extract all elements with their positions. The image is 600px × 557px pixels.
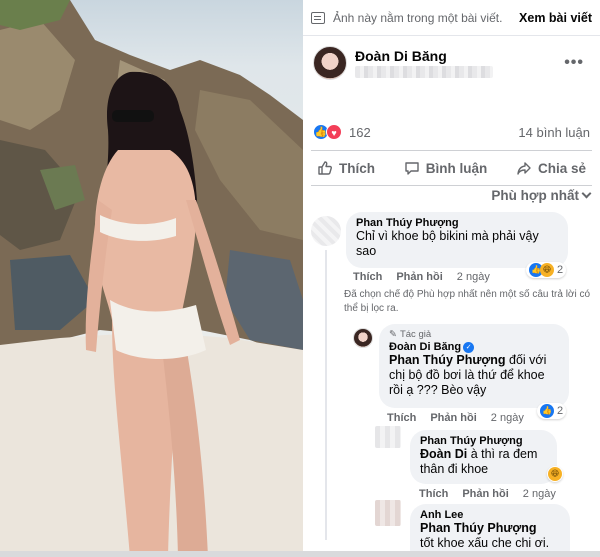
more-options-icon[interactable]: ••• bbox=[564, 54, 584, 72]
reply-bubble: ✎ Tác giả Đoàn Di Băng ✓ Phan Thúy Phượng… bbox=[379, 324, 569, 408]
reply-reply-link[interactable]: Phản hồi bbox=[462, 488, 508, 500]
reply-meta: Thích Phản hồi 2 ngày bbox=[387, 412, 524, 424]
post-action-bar: Thích Bình luận Chia sẻ bbox=[311, 150, 592, 186]
author-avatar[interactable] bbox=[313, 46, 347, 80]
comment-label: Bình luận bbox=[425, 160, 488, 176]
reply-author-name-text: Đoàn Di Băng bbox=[389, 341, 462, 353]
comment-time[interactable]: 2 ngày bbox=[457, 271, 490, 283]
reply-author-name[interactable]: Phan Thúy Phượng bbox=[420, 435, 547, 447]
comment-sort-dropdown[interactable]: Phù hợp nhất bbox=[491, 188, 592, 203]
filter-notice: Đã chọn chế độ Phù hợp nhất nên một số c… bbox=[344, 289, 591, 314]
reply-bubble: Anh Lee Phan Thúy Phượng tốt khoe xấu ch… bbox=[410, 504, 570, 554]
comment-text: Chỉ vì khoe bộ bikini mà phải vậy sao bbox=[356, 229, 539, 258]
reply-reaction-count: 2 bbox=[557, 405, 564, 417]
reaction-stats: 👍 ♥ 162 14 bình luận bbox=[303, 122, 600, 144]
reply-reactions[interactable]: 😆 bbox=[547, 466, 563, 482]
blurred-bottom-strip bbox=[0, 551, 600, 557]
reply-mention[interactable]: Phan Thúy Phượng bbox=[389, 353, 506, 367]
like-reaction-icon: 👍 bbox=[540, 404, 554, 418]
beach-photo-illustration bbox=[0, 0, 303, 557]
reply-mention[interactable]: Đoàn Di bbox=[420, 447, 467, 461]
post-notice-bar: Ảnh này nằm trong một bài viết. Xem bài … bbox=[303, 0, 600, 36]
comment-reply-link[interactable]: Phản hồi bbox=[396, 271, 442, 283]
post-header: Đoàn Di Băng ••• bbox=[303, 42, 600, 90]
notice-text: Ảnh này nằm trong một bài viết. bbox=[333, 10, 503, 25]
reply-author-name[interactable]: Đoàn Di Băng ✓ bbox=[389, 341, 559, 353]
reply-author-name[interactable]: Anh Lee bbox=[420, 509, 560, 521]
reply-mention[interactable]: Phan Thúy Phượng bbox=[420, 521, 537, 535]
like-button[interactable]: Thích bbox=[317, 160, 375, 176]
verified-badge-icon: ✓ bbox=[463, 341, 475, 353]
reply-like-link[interactable]: Thích bbox=[419, 488, 448, 500]
love-reaction-icon[interactable]: ♥ bbox=[326, 124, 342, 140]
author-badge: ✎ Tác giả bbox=[389, 329, 559, 340]
share-button[interactable]: Chia sẻ bbox=[516, 160, 586, 176]
thread-line bbox=[325, 250, 327, 540]
reply-meta: Thích Phản hồi 2 ngày bbox=[419, 488, 556, 500]
commenter-avatar[interactable] bbox=[311, 216, 341, 246]
haha-reaction-icon: 😆 bbox=[548, 467, 562, 481]
thumbs-up-icon bbox=[318, 161, 332, 175]
comment-bubble: Phan Thúy Phượng Chỉ vì khoe bộ bikini m… bbox=[346, 212, 568, 268]
commenter-name[interactable]: Phan Thúy Phượng bbox=[356, 217, 558, 229]
post-info-icon bbox=[311, 11, 325, 24]
reaction-count[interactable]: 162 bbox=[349, 125, 371, 140]
author-tag-label: Tác giả bbox=[399, 329, 432, 340]
haha-reaction-icon: 😆 bbox=[540, 263, 554, 277]
reply-reactions[interactable]: 👍 2 bbox=[537, 403, 567, 419]
see-post-link[interactable]: Xem bài viết bbox=[519, 11, 592, 25]
share-arrow-icon bbox=[517, 162, 531, 175]
comment-like-link[interactable]: Thích bbox=[353, 271, 382, 283]
comment-reactions[interactable]: 👍 😆 2 bbox=[526, 262, 567, 278]
reply-time[interactable]: 2 ngày bbox=[491, 412, 524, 424]
reply-text: Đoàn Di à thì ra đem thân đi khoe bbox=[420, 447, 547, 477]
author-reply-avatar[interactable] bbox=[353, 328, 373, 348]
reply-body: tốt khoe xấu che chi ơi. bbox=[420, 536, 550, 550]
author-name[interactable]: Đoàn Di Băng bbox=[355, 48, 447, 64]
reply-bubble: Phan Thúy Phượng Đoàn Di à thì ra đem th… bbox=[410, 430, 557, 484]
reply-avatar[interactable] bbox=[375, 500, 401, 526]
pencil-icon: ✎ bbox=[389, 329, 397, 340]
comment-reaction-count: 2 bbox=[557, 264, 564, 276]
post-photo[interactable] bbox=[0, 0, 303, 557]
like-label: Thích bbox=[339, 160, 375, 176]
blurred-timestamp bbox=[355, 66, 493, 78]
reply-time[interactable]: 2 ngày bbox=[523, 488, 556, 500]
comment-count[interactable]: 14 bình luận bbox=[518, 125, 590, 140]
reply-like-link[interactable]: Thích bbox=[387, 412, 416, 424]
reply-avatar[interactable] bbox=[375, 426, 401, 448]
reply-text: Phan Thúy Phượng tốt khoe xấu che chi ơi… bbox=[420, 521, 560, 551]
chevron-down-icon bbox=[581, 188, 592, 199]
post-side-panel: Ảnh này nằm trong một bài viết. Xem bài … bbox=[303, 0, 600, 557]
share-label: Chia sẻ bbox=[537, 160, 586, 176]
comment-button[interactable]: Bình luận bbox=[404, 160, 488, 176]
sort-label: Phù hợp nhất bbox=[491, 188, 579, 203]
comment-bubble-icon bbox=[405, 162, 419, 175]
reply-text: Phan Thúy Phượng đối với chị bộ đồ bơi l… bbox=[389, 353, 559, 398]
reply-reply-link[interactable]: Phản hồi bbox=[430, 412, 476, 424]
comment-meta: Thích Phản hồi 2 ngày bbox=[353, 271, 490, 283]
